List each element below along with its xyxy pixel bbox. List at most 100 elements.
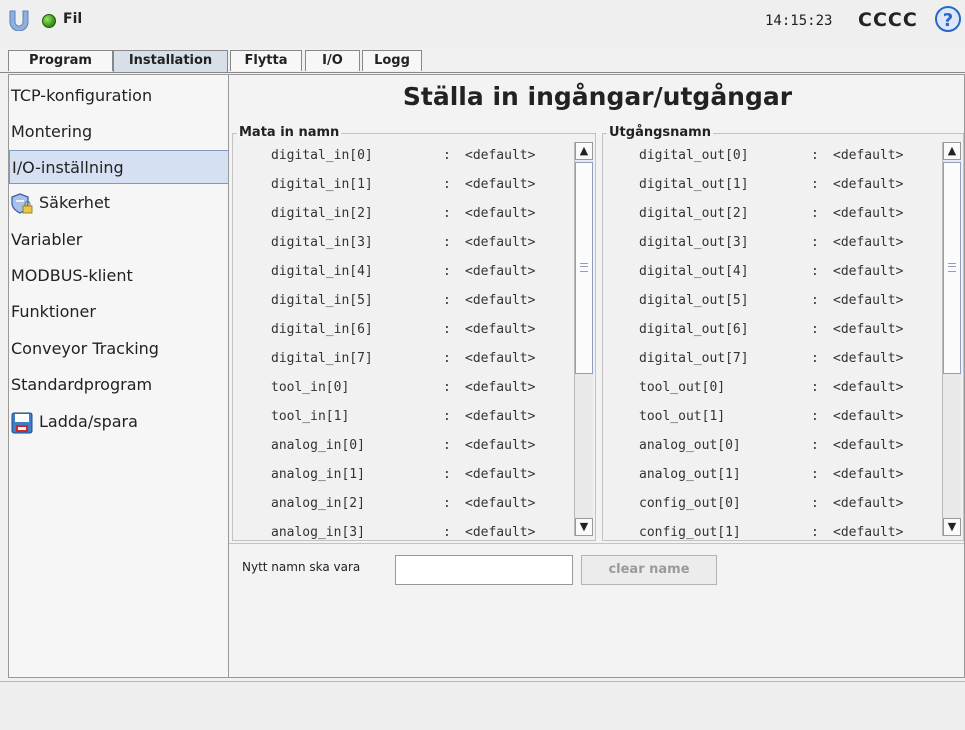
separator: : <box>811 322 819 337</box>
separator: : <box>443 525 451 540</box>
scroll-thumb[interactable] <box>575 162 593 374</box>
new-name-input[interactable] <box>395 555 573 585</box>
io-row[interactable]: digital_in[5]: <default> <box>233 287 573 316</box>
tab-log[interactable]: Logg <box>362 50 422 71</box>
sidebar-item-label: Montering <box>11 122 93 141</box>
sidebar-item-conveyor[interactable]: Conveyor Tracking <box>9 332 229 366</box>
io-row[interactable]: digital_in[7]: <default> <box>233 345 573 374</box>
sidebar-item-io-setup[interactable]: I/O-inställning <box>9 150 229 184</box>
io-row[interactable]: digital_out[3]: <default> <box>603 229 941 258</box>
io-name: digital_out[5] <box>639 293 749 308</box>
separator: : <box>443 206 451 221</box>
io-row[interactable]: digital_out[0]: <default> <box>603 142 941 171</box>
scroll-up-button[interactable]: ▲ <box>943 142 961 160</box>
sidebar-item-default-program[interactable]: Standardprogram <box>9 368 229 402</box>
io-row[interactable]: config_out[0]: <default> <box>603 490 941 519</box>
io-value: <default> <box>833 525 904 540</box>
installation-sidebar: TCP-konfiguration Montering I/O-inställn… <box>8 74 229 678</box>
io-value: <default> <box>465 322 536 337</box>
io-name: digital_out[7] <box>639 351 749 366</box>
separator: : <box>811 409 819 424</box>
io-row[interactable]: digital_out[7]: <default> <box>603 345 941 374</box>
separator: : <box>811 264 819 279</box>
sidebar-item-label: Säkerhet <box>39 193 111 212</box>
io-row[interactable]: config_out[1]: <default> <box>603 519 941 540</box>
robot-name: CCCC <box>858 9 918 31</box>
help-icon[interactable]: ? <box>935 6 961 32</box>
output-names-list: digital_out[0]: <default> digital_out[1]: <… <box>603 142 941 540</box>
io-row[interactable]: digital_out[1]: <default> <box>603 171 941 200</box>
io-value: <default> <box>833 496 904 511</box>
sidebar-item-label: Ladda/spara <box>39 412 138 431</box>
sidebar-item-mounting[interactable]: Montering <box>9 115 229 149</box>
separator: : <box>811 206 819 221</box>
io-row[interactable]: tool_in[0]: <default> <box>233 374 573 403</box>
output-scrollbar[interactable]: ▲ ▼ <box>942 142 961 536</box>
file-menu[interactable]: Fil <box>63 11 82 27</box>
io-name: digital_in[7] <box>271 351 373 366</box>
input-scrollbar[interactable]: ▲ ▼ <box>574 142 593 536</box>
separator: : <box>443 264 451 279</box>
io-row[interactable]: digital_in[0]: <default> <box>233 142 573 171</box>
io-row[interactable]: digital_out[2]: <default> <box>603 200 941 229</box>
io-name: tool_out[1] <box>639 409 726 424</box>
io-name: analog_in[1] <box>271 467 365 482</box>
scroll-thumb[interactable] <box>943 162 961 374</box>
bottom-bar <box>0 681 965 730</box>
sidebar-item-label: Conveyor Tracking <box>11 339 159 358</box>
io-row[interactable]: tool_out[0]: <default> <box>603 374 941 403</box>
sidebar-item-features[interactable]: Funktioner <box>9 295 229 329</box>
io-value: <default> <box>833 467 904 482</box>
grip-icon <box>580 263 588 272</box>
io-row[interactable]: digital_in[4]: <default> <box>233 258 573 287</box>
separator: : <box>443 235 451 250</box>
sidebar-item-safety[interactable]: Säkerhet <box>9 186 229 220</box>
io-value: <default> <box>465 264 536 279</box>
io-row[interactable]: analog_in[2]: <default> <box>233 490 573 519</box>
sidebar-item-modbus[interactable]: MODBUS-klient <box>9 259 229 293</box>
sidebar-item-label: Funktioner <box>11 302 96 321</box>
io-value: <default> <box>465 409 536 424</box>
io-row[interactable]: analog_out[1]: <default> <box>603 461 941 490</box>
sidebar-item-load-save[interactable]: Ladda/spara <box>9 405 229 439</box>
io-name: analog_in[3] <box>271 525 365 540</box>
io-value: <default> <box>833 148 904 163</box>
separator: : <box>443 438 451 453</box>
io-row[interactable]: digital_out[5]: <default> <box>603 287 941 316</box>
io-row[interactable]: analog_out[0]: <default> <box>603 432 941 461</box>
io-row[interactable]: digital_in[3]: <default> <box>233 229 573 258</box>
io-name: digital_out[6] <box>639 322 749 337</box>
sidebar-item-tcp[interactable]: TCP-konfiguration <box>9 79 229 113</box>
input-names-panel: Mata in namn digital_in[0]: <default> digi… <box>232 125 596 541</box>
sidebar-item-label: MODBUS-klient <box>11 266 133 285</box>
io-row[interactable]: digital_out[6]: <default> <box>603 316 941 345</box>
io-value: <default> <box>465 293 536 308</box>
scroll-down-button[interactable]: ▼ <box>575 518 593 536</box>
io-row[interactable]: digital_in[6]: <default> <box>233 316 573 345</box>
io-row[interactable]: tool_in[1]: <default> <box>233 403 573 432</box>
io-name: digital_out[0] <box>639 148 749 163</box>
clear-name-button[interactable]: clear name <box>581 555 717 585</box>
tab-program[interactable]: Program <box>8 50 113 71</box>
tab-io[interactable]: I/O <box>305 50 360 71</box>
separator: : <box>811 148 819 163</box>
io-name: config_out[0] <box>639 496 741 511</box>
io-row[interactable]: analog_in[3]: <default> <box>233 519 573 540</box>
io-name: digital_in[4] <box>271 264 373 279</box>
separator: : <box>443 293 451 308</box>
sidebar-item-variables[interactable]: Variabler <box>9 223 229 257</box>
io-row[interactable]: digital_in[2]: <default> <box>233 200 573 229</box>
tab-move[interactable]: Flytta <box>230 50 302 71</box>
tab-installation[interactable]: Installation <box>113 50 228 72</box>
page-title: Ställa in ingångar/utgångar <box>402 82 793 111</box>
scroll-down-button[interactable]: ▼ <box>943 518 961 536</box>
io-row[interactable]: analog_in[0]: <default> <box>233 432 573 461</box>
io-row[interactable]: analog_in[1]: <default> <box>233 461 573 490</box>
separator: : <box>811 525 819 540</box>
separator: : <box>443 322 451 337</box>
separator: : <box>443 496 451 511</box>
io-row[interactable]: digital_out[4]: <default> <box>603 258 941 287</box>
io-row[interactable]: digital_in[1]: <default> <box>233 171 573 200</box>
io-row[interactable]: tool_out[1]: <default> <box>603 403 941 432</box>
scroll-up-button[interactable]: ▲ <box>575 142 593 160</box>
